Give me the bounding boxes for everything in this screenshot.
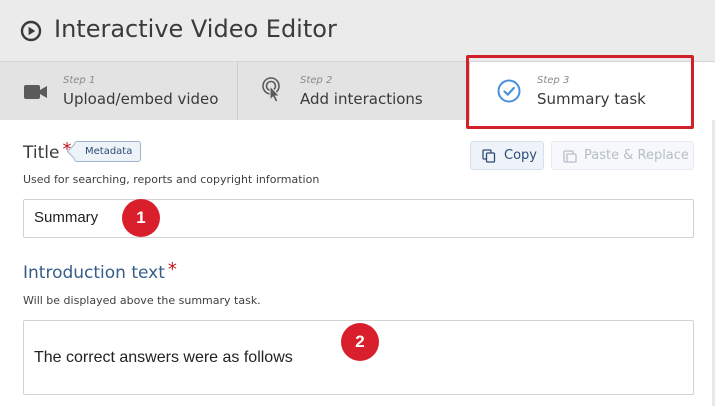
touch-pointer-icon [262, 77, 281, 103]
copy-icon [482, 149, 496, 163]
step-number: Step 3 [537, 75, 570, 86]
checkmark-circle-icon [497, 79, 521, 103]
step-label: Upload/embed video [63, 90, 219, 108]
title-description: Used for searching, reports and copyrigh… [23, 173, 320, 186]
metadata-button[interactable]: Metadata [74, 141, 142, 162]
intro-description: Will be displayed above the summary task… [23, 294, 261, 307]
intro-label-text: Introduction text [23, 263, 165, 283]
video-camera-icon [24, 85, 47, 99]
app-title: Interactive Video Editor [54, 15, 337, 43]
step-tabs: Step 1 Upload/embed video Step 2 Add int… [0, 62, 715, 120]
paste-button-label: Paste & Replace [584, 148, 689, 163]
step-label: Add interactions [300, 90, 423, 108]
annotation-marker-2: 2 [341, 323, 379, 361]
tab-summary-task[interactable]: Step 3 Summary task [470, 62, 715, 120]
title-field-label: Title* [23, 139, 71, 163]
paste-icon [563, 150, 577, 163]
step-number: Step 1 [63, 75, 96, 86]
required-marker: * [167, 259, 177, 280]
title-label-text: Title [23, 143, 60, 163]
annotation-marker-1: 1 [122, 199, 160, 237]
copy-button[interactable]: Copy [470, 141, 544, 170]
step-label: Summary task [537, 90, 646, 108]
tab-add-interactions[interactable]: Step 2 Add interactions [238, 62, 470, 120]
copy-button-label: Copy [504, 148, 537, 163]
editor-header: Interactive Video Editor [0, 0, 715, 62]
paste-replace-button[interactable]: Paste & Replace [551, 141, 694, 170]
tab-upload-embed-video[interactable]: Step 1 Upload/embed video [0, 62, 238, 120]
intro-field-label: Introduction text * [23, 259, 177, 283]
play-circle-icon [20, 20, 42, 42]
step-number: Step 2 [300, 75, 333, 86]
